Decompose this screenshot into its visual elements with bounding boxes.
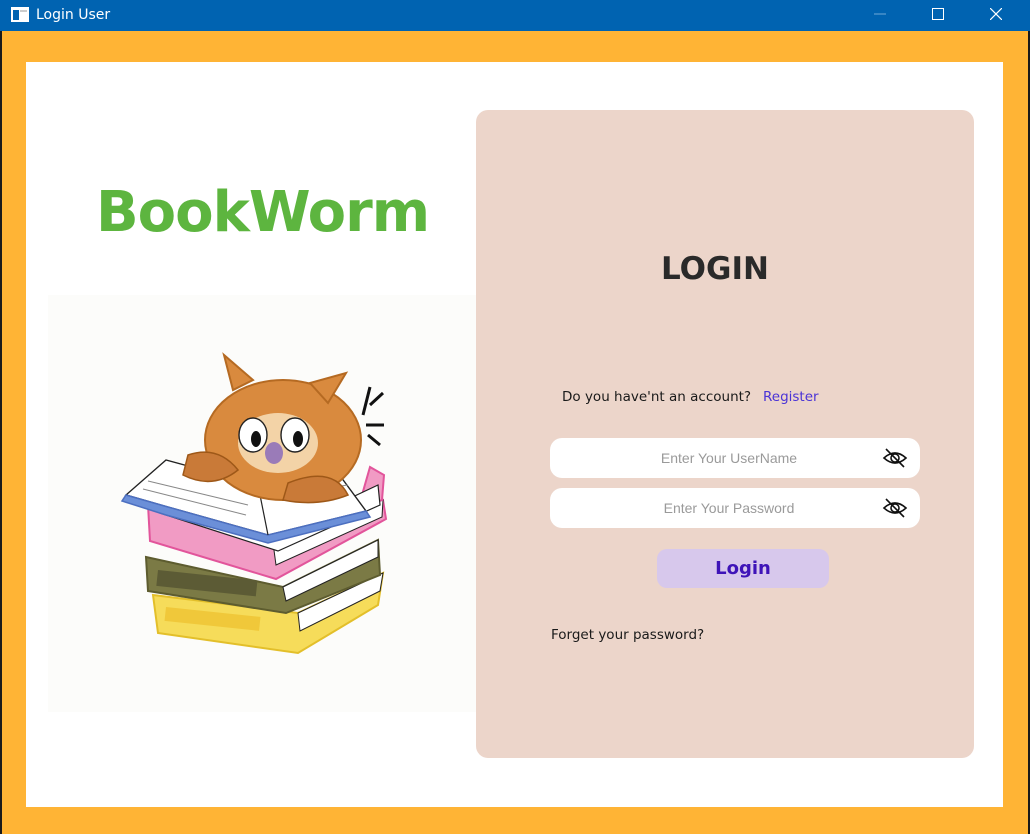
close-icon bbox=[990, 8, 1002, 20]
minimize-button[interactable] bbox=[852, 0, 910, 31]
main-content: BookWorm LOGIN Do you have'nt an account… bbox=[26, 62, 1003, 807]
window-title: Login User bbox=[36, 7, 111, 23]
eye-slash-icon[interactable] bbox=[882, 447, 908, 469]
maximize-icon bbox=[932, 8, 944, 20]
close-button[interactable] bbox=[968, 0, 1026, 31]
account-prompt-text: Do you have'nt an account? bbox=[562, 389, 752, 405]
login-button[interactable]: Login bbox=[657, 549, 829, 588]
app-window-icon bbox=[11, 7, 29, 22]
minimize-icon bbox=[874, 13, 886, 15]
register-link[interactable]: Register bbox=[763, 389, 819, 405]
password-field bbox=[550, 488, 920, 528]
title-bar: Login User bbox=[0, 0, 1030, 31]
owl-reading-books-icon bbox=[48, 295, 476, 712]
login-card: LOGIN Do you have'nt an account? Registe… bbox=[476, 110, 974, 758]
maximize-button[interactable] bbox=[910, 0, 968, 31]
brand-title: BookWorm bbox=[96, 180, 430, 245]
username-field bbox=[550, 438, 920, 478]
eye-slash-icon[interactable] bbox=[882, 497, 908, 519]
account-prompt-row: Do you have'nt an account? Register bbox=[562, 388, 819, 405]
username-input[interactable] bbox=[550, 438, 880, 478]
password-input[interactable] bbox=[550, 488, 880, 528]
login-heading: LOGIN bbox=[661, 251, 769, 287]
forgot-password-link[interactable]: Forget your password? bbox=[551, 627, 704, 643]
window-edge-left bbox=[0, 31, 2, 834]
